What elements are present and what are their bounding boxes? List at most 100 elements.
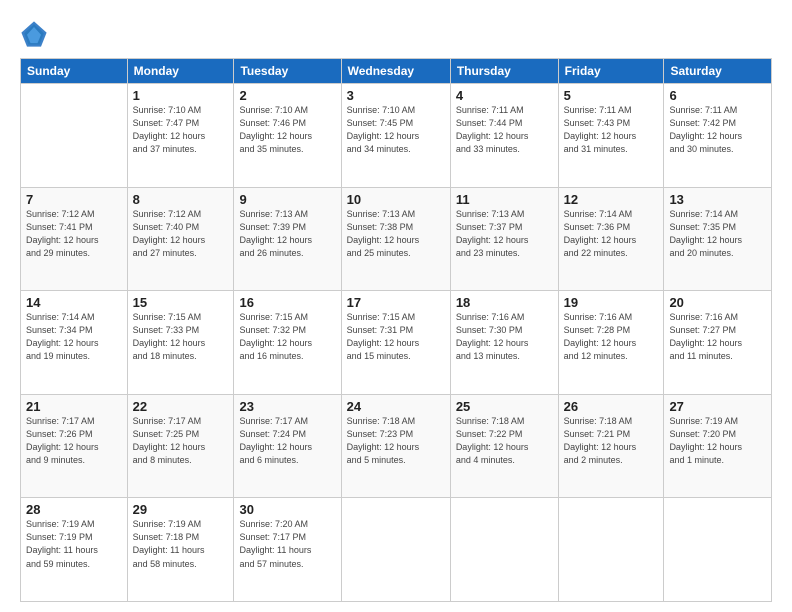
calendar-day-cell: 18Sunrise: 7:16 AMSunset: 7:30 PMDayligh… bbox=[450, 291, 558, 395]
calendar-day-cell bbox=[558, 498, 664, 602]
day-number: 17 bbox=[347, 295, 445, 310]
day-info: Sunrise: 7:16 AMSunset: 7:30 PMDaylight:… bbox=[456, 311, 553, 363]
calendar-day-cell: 1Sunrise: 7:10 AMSunset: 7:47 PMDaylight… bbox=[127, 84, 234, 188]
day-number: 22 bbox=[133, 399, 229, 414]
calendar-day-cell: 11Sunrise: 7:13 AMSunset: 7:37 PMDayligh… bbox=[450, 187, 558, 291]
calendar-header-tuesday: Tuesday bbox=[234, 59, 341, 84]
calendar-day-cell: 23Sunrise: 7:17 AMSunset: 7:24 PMDayligh… bbox=[234, 394, 341, 498]
day-number: 24 bbox=[347, 399, 445, 414]
day-number: 18 bbox=[456, 295, 553, 310]
calendar-header-wednesday: Wednesday bbox=[341, 59, 450, 84]
day-info: Sunrise: 7:16 AMSunset: 7:27 PMDaylight:… bbox=[669, 311, 766, 363]
calendar-day-cell: 19Sunrise: 7:16 AMSunset: 7:28 PMDayligh… bbox=[558, 291, 664, 395]
day-number: 12 bbox=[564, 192, 659, 207]
calendar-day-cell bbox=[450, 498, 558, 602]
day-number: 7 bbox=[26, 192, 122, 207]
calendar-day-cell: 12Sunrise: 7:14 AMSunset: 7:36 PMDayligh… bbox=[558, 187, 664, 291]
day-number: 3 bbox=[347, 88, 445, 103]
calendar-header-sunday: Sunday bbox=[21, 59, 128, 84]
day-info: Sunrise: 7:19 AMSunset: 7:19 PMDaylight:… bbox=[26, 518, 122, 570]
calendar-header-friday: Friday bbox=[558, 59, 664, 84]
day-number: 11 bbox=[456, 192, 553, 207]
day-info: Sunrise: 7:17 AMSunset: 7:25 PMDaylight:… bbox=[133, 415, 229, 467]
day-info: Sunrise: 7:13 AMSunset: 7:39 PMDaylight:… bbox=[239, 208, 335, 260]
day-info: Sunrise: 7:15 AMSunset: 7:32 PMDaylight:… bbox=[239, 311, 335, 363]
day-number: 28 bbox=[26, 502, 122, 517]
calendar-day-cell: 5Sunrise: 7:11 AMSunset: 7:43 PMDaylight… bbox=[558, 84, 664, 188]
day-number: 21 bbox=[26, 399, 122, 414]
day-number: 4 bbox=[456, 88, 553, 103]
calendar-week-row: 21Sunrise: 7:17 AMSunset: 7:26 PMDayligh… bbox=[21, 394, 772, 498]
calendar-header-thursday: Thursday bbox=[450, 59, 558, 84]
header bbox=[20, 16, 772, 48]
day-info: Sunrise: 7:18 AMSunset: 7:23 PMDaylight:… bbox=[347, 415, 445, 467]
calendar-week-row: 1Sunrise: 7:10 AMSunset: 7:47 PMDaylight… bbox=[21, 84, 772, 188]
day-number: 26 bbox=[564, 399, 659, 414]
logo bbox=[20, 20, 50, 48]
calendar-day-cell: 20Sunrise: 7:16 AMSunset: 7:27 PMDayligh… bbox=[664, 291, 772, 395]
calendar-day-cell: 28Sunrise: 7:19 AMSunset: 7:19 PMDayligh… bbox=[21, 498, 128, 602]
calendar-table: SundayMondayTuesdayWednesdayThursdayFrid… bbox=[20, 58, 772, 602]
calendar-header-row: SundayMondayTuesdayWednesdayThursdayFrid… bbox=[21, 59, 772, 84]
calendar-day-cell: 27Sunrise: 7:19 AMSunset: 7:20 PMDayligh… bbox=[664, 394, 772, 498]
calendar-day-cell: 2Sunrise: 7:10 AMSunset: 7:46 PMDaylight… bbox=[234, 84, 341, 188]
calendar-week-row: 14Sunrise: 7:14 AMSunset: 7:34 PMDayligh… bbox=[21, 291, 772, 395]
day-info: Sunrise: 7:10 AMSunset: 7:46 PMDaylight:… bbox=[239, 104, 335, 156]
calendar-day-cell: 24Sunrise: 7:18 AMSunset: 7:23 PMDayligh… bbox=[341, 394, 450, 498]
day-info: Sunrise: 7:13 AMSunset: 7:37 PMDaylight:… bbox=[456, 208, 553, 260]
day-info: Sunrise: 7:14 AMSunset: 7:34 PMDaylight:… bbox=[26, 311, 122, 363]
calendar-day-cell: 21Sunrise: 7:17 AMSunset: 7:26 PMDayligh… bbox=[21, 394, 128, 498]
day-info: Sunrise: 7:17 AMSunset: 7:24 PMDaylight:… bbox=[239, 415, 335, 467]
day-number: 5 bbox=[564, 88, 659, 103]
day-info: Sunrise: 7:13 AMSunset: 7:38 PMDaylight:… bbox=[347, 208, 445, 260]
calendar-day-cell: 30Sunrise: 7:20 AMSunset: 7:17 PMDayligh… bbox=[234, 498, 341, 602]
day-number: 2 bbox=[239, 88, 335, 103]
day-info: Sunrise: 7:11 AMSunset: 7:43 PMDaylight:… bbox=[564, 104, 659, 156]
day-number: 8 bbox=[133, 192, 229, 207]
calendar-week-row: 28Sunrise: 7:19 AMSunset: 7:19 PMDayligh… bbox=[21, 498, 772, 602]
calendar-day-cell: 22Sunrise: 7:17 AMSunset: 7:25 PMDayligh… bbox=[127, 394, 234, 498]
calendar-day-cell: 6Sunrise: 7:11 AMSunset: 7:42 PMDaylight… bbox=[664, 84, 772, 188]
calendar-header-saturday: Saturday bbox=[664, 59, 772, 84]
calendar-day-cell: 25Sunrise: 7:18 AMSunset: 7:22 PMDayligh… bbox=[450, 394, 558, 498]
day-number: 16 bbox=[239, 295, 335, 310]
calendar-week-row: 7Sunrise: 7:12 AMSunset: 7:41 PMDaylight… bbox=[21, 187, 772, 291]
day-info: Sunrise: 7:15 AMSunset: 7:31 PMDaylight:… bbox=[347, 311, 445, 363]
calendar-day-cell: 3Sunrise: 7:10 AMSunset: 7:45 PMDaylight… bbox=[341, 84, 450, 188]
calendar-day-cell: 17Sunrise: 7:15 AMSunset: 7:31 PMDayligh… bbox=[341, 291, 450, 395]
page-container: SundayMondayTuesdayWednesdayThursdayFrid… bbox=[0, 0, 792, 612]
calendar-day-cell: 29Sunrise: 7:19 AMSunset: 7:18 PMDayligh… bbox=[127, 498, 234, 602]
day-info: Sunrise: 7:19 AMSunset: 7:18 PMDaylight:… bbox=[133, 518, 229, 570]
calendar-day-cell: 26Sunrise: 7:18 AMSunset: 7:21 PMDayligh… bbox=[558, 394, 664, 498]
day-number: 25 bbox=[456, 399, 553, 414]
logo-icon bbox=[20, 20, 48, 48]
day-info: Sunrise: 7:14 AMSunset: 7:36 PMDaylight:… bbox=[564, 208, 659, 260]
day-info: Sunrise: 7:14 AMSunset: 7:35 PMDaylight:… bbox=[669, 208, 766, 260]
day-info: Sunrise: 7:11 AMSunset: 7:44 PMDaylight:… bbox=[456, 104, 553, 156]
day-number: 30 bbox=[239, 502, 335, 517]
day-info: Sunrise: 7:15 AMSunset: 7:33 PMDaylight:… bbox=[133, 311, 229, 363]
day-number: 29 bbox=[133, 502, 229, 517]
day-number: 27 bbox=[669, 399, 766, 414]
day-info: Sunrise: 7:12 AMSunset: 7:41 PMDaylight:… bbox=[26, 208, 122, 260]
calendar-day-cell: 13Sunrise: 7:14 AMSunset: 7:35 PMDayligh… bbox=[664, 187, 772, 291]
day-number: 10 bbox=[347, 192, 445, 207]
day-number: 9 bbox=[239, 192, 335, 207]
calendar-day-cell: 16Sunrise: 7:15 AMSunset: 7:32 PMDayligh… bbox=[234, 291, 341, 395]
day-info: Sunrise: 7:19 AMSunset: 7:20 PMDaylight:… bbox=[669, 415, 766, 467]
calendar-day-cell bbox=[341, 498, 450, 602]
calendar-day-cell: 4Sunrise: 7:11 AMSunset: 7:44 PMDaylight… bbox=[450, 84, 558, 188]
day-number: 6 bbox=[669, 88, 766, 103]
day-info: Sunrise: 7:10 AMSunset: 7:45 PMDaylight:… bbox=[347, 104, 445, 156]
calendar-day-cell: 10Sunrise: 7:13 AMSunset: 7:38 PMDayligh… bbox=[341, 187, 450, 291]
day-info: Sunrise: 7:10 AMSunset: 7:47 PMDaylight:… bbox=[133, 104, 229, 156]
day-info: Sunrise: 7:18 AMSunset: 7:22 PMDaylight:… bbox=[456, 415, 553, 467]
calendar-day-cell: 8Sunrise: 7:12 AMSunset: 7:40 PMDaylight… bbox=[127, 187, 234, 291]
calendar-day-cell bbox=[664, 498, 772, 602]
day-info: Sunrise: 7:11 AMSunset: 7:42 PMDaylight:… bbox=[669, 104, 766, 156]
day-number: 23 bbox=[239, 399, 335, 414]
day-info: Sunrise: 7:16 AMSunset: 7:28 PMDaylight:… bbox=[564, 311, 659, 363]
calendar-day-cell: 14Sunrise: 7:14 AMSunset: 7:34 PMDayligh… bbox=[21, 291, 128, 395]
day-number: 13 bbox=[669, 192, 766, 207]
day-info: Sunrise: 7:12 AMSunset: 7:40 PMDaylight:… bbox=[133, 208, 229, 260]
